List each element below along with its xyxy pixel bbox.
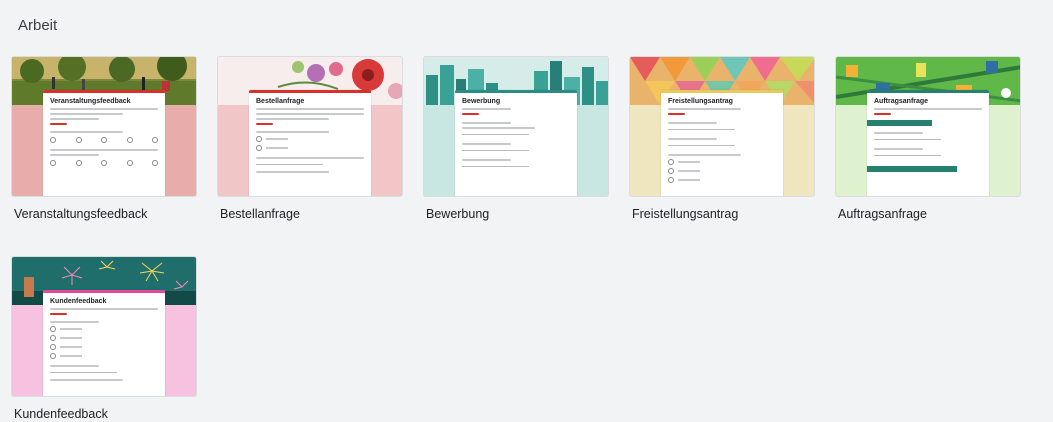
template-name[interactable]: Kundenfeedback (14, 407, 197, 421)
template-name[interactable]: Bewerbung (426, 207, 609, 221)
template-thumbnail[interactable]: Veranstaltungsfeedback (11, 56, 197, 197)
form-preview-title: Kundenfeedback (50, 298, 107, 305)
form-accent-bar (43, 90, 165, 93)
form-accent-bar (455, 90, 577, 93)
form-preview: Veranstaltungsfeedback (43, 90, 165, 196)
template-card-auftragsanfrage[interactable]: Auftragsanfrage Auftragsanfrage (835, 56, 1021, 221)
form-preview: Bestellanfrage (249, 90, 371, 196)
template-card-bestellanfrage[interactable]: Bestellanfrage Bestellanfrage (217, 56, 403, 221)
form-accent-bar (249, 90, 371, 93)
form-preview: Bewerbung (455, 90, 577, 196)
form-preview-title: Freistellungsantrag (668, 98, 733, 105)
template-name[interactable]: Bestellanfrage (220, 207, 403, 221)
form-preview: Freistellungsantrag (661, 90, 783, 196)
template-name[interactable]: Veranstaltungsfeedback (14, 207, 197, 221)
template-thumbnail[interactable]: Kundenfeedback (11, 256, 197, 397)
form-accent-bar (661, 90, 783, 93)
template-card-bewerbung[interactable]: Bewerbung Bewerbung (423, 56, 609, 221)
form-preview: Kundenfeedback (43, 290, 165, 396)
template-card-veranstaltungsfeedback[interactable]: Veranstaltungsfeedback Veranstaltungsfee… (11, 56, 197, 221)
form-preview-title: Veranstaltungsfeedback (50, 98, 131, 105)
template-thumbnail[interactable]: Auftragsanfrage (835, 56, 1021, 197)
template-thumbnail[interactable]: Freistellungsantrag (629, 56, 815, 197)
form-preview-title: Bestellanfrage (256, 98, 305, 105)
section-title: Arbeit (18, 17, 58, 34)
template-card-freistellungsantrag[interactable]: Freistellungsantrag Freistellungsantrag (629, 56, 815, 221)
template-card-kundenfeedback[interactable]: Kundenfeedback Kundenfeedback (11, 256, 197, 421)
form-preview: Auftragsanfrage (867, 90, 989, 196)
template-thumbnail[interactable]: Bestellanfrage (217, 56, 403, 197)
form-preview-title: Auftragsanfrage (874, 98, 929, 105)
template-name[interactable]: Freistellungsantrag (632, 207, 815, 221)
template-name[interactable]: Auftragsanfrage (838, 207, 1021, 221)
form-preview-title: Bewerbung (462, 98, 501, 105)
template-thumbnail[interactable]: Bewerbung (423, 56, 609, 197)
form-accent-bar (43, 290, 165, 293)
form-accent-bar (867, 90, 989, 93)
